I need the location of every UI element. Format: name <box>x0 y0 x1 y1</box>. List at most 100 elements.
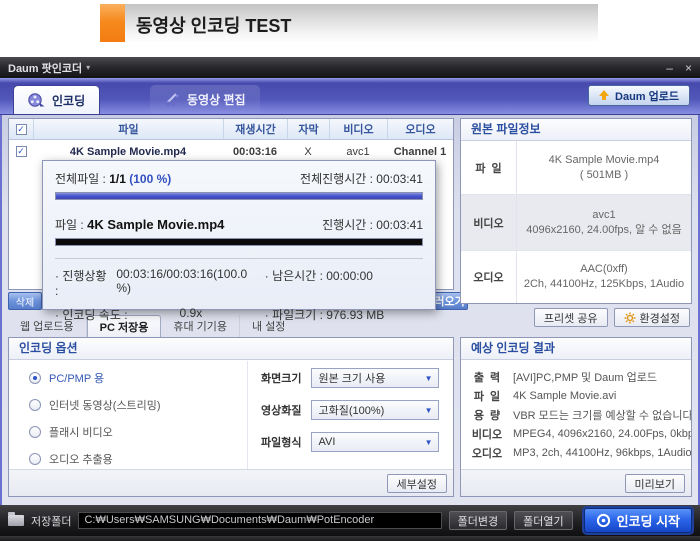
open-folder-button[interactable]: 폴더열기 <box>514 511 573 530</box>
window-title: Daum 팟인코더 <box>8 62 83 75</box>
total-files: 전체파일 : 1/1 (100 %) <box>55 172 172 186</box>
options-divider <box>247 361 248 469</box>
bottom-bar: 저장폴더 C:₩Users₩SAMSUNG₩Documents₩Daum₩Pot… <box>0 505 700 536</box>
radio-flash-video[interactable]: 플래시 비디오 <box>29 424 113 440</box>
change-folder-button[interactable]: 폴더변경 <box>448 511 508 530</box>
source-info-panel: 원본 파일정보 파 일 4K Sample Movie.mp4 ( 501MB … <box>460 118 692 304</box>
info-label-audio: 오디오 <box>461 251 517 303</box>
video-quality-select[interactable]: 고화질(100%) ▼ <box>311 400 440 420</box>
result-row-output: 출 력 [AVI]PC,PMP 및 Daum 업로드 <box>473 371 657 384</box>
folder-icon <box>8 512 24 526</box>
radio-icon <box>29 453 41 465</box>
column-video[interactable]: 비디오 <box>329 119 387 139</box>
result-footer: 미리보기 <box>461 469 691 496</box>
file-elapsed-time: 진행시간 : 00:03:41 <box>322 218 423 232</box>
page-title: 동영상 인코딩 TEST <box>136 16 292 36</box>
radio-icon <box>29 399 41 411</box>
tab-encoding-label: 인코딩 <box>52 93 86 108</box>
info-row-audio: 오디오 AAC(0xff) 2Ch, 44100Hz, 125Kbps, 1Au… <box>461 251 691 303</box>
window-menu-arrow-icon[interactable]: ▾ <box>86 63 90 72</box>
close-button[interactable]: × <box>685 62 692 74</box>
chevron-down-icon: ▼ <box>424 373 433 383</box>
info-row-video: 비디오 avc1 4096x2160, 24.00fps, 알 수 없음 <box>461 195 691 251</box>
window-frame: 인코딩 동영상 편집 Daum 업로드 ✓ 파일 재생시간 자막 비디오 오디오… <box>0 78 700 541</box>
info-label-video: 비디오 <box>461 195 517 250</box>
column-subtitle[interactable]: 자막 <box>287 119 329 139</box>
expected-result-body: 출 력 [AVI]PC,PMP 및 Daum 업로드 파 일 4K Sample… <box>461 361 691 469</box>
radio-internet-streaming[interactable]: 인터넷 동영상(스트리밍) <box>29 397 161 413</box>
info-value-audio: AAC(0xff) 2Ch, 44100Hz, 125Kbps, 1Audio <box>523 263 685 290</box>
banner-accent-block <box>100 4 125 42</box>
radio-pc-pmp[interactable]: PC/PMP 용 <box>29 370 104 386</box>
remaining-time: · 남은시간 : 00:00:00 <box>264 269 373 283</box>
total-elapsed-time: 전체진행시간 : 00:03:41 <box>300 172 423 186</box>
encoding-progress-dialog: 전체파일 : 1/1 (100 %) 전체진행시간 : 00:03:41 파일 … <box>42 160 436 322</box>
column-duration[interactable]: 재생시간 <box>223 119 287 139</box>
detail-settings-button[interactable]: 세부설정 <box>386 474 447 493</box>
window-title-group[interactable]: Daum 팟인코더 ▾ <box>8 60 90 76</box>
source-info-title: 원본 파일정보 <box>461 119 691 141</box>
total-progress-fill <box>56 193 422 199</box>
file-format-select[interactable]: AVI ▼ <box>311 432 440 452</box>
column-audio[interactable]: 오디오 <box>387 119 453 139</box>
info-row-file: 파 일 4K Sample Movie.mp4 ( 501MB ) <box>461 141 691 195</box>
encoding-options-panel: 인코딩 옵션 PC/PMP 용 인터넷 동영상(스트리밍) 플래시 비디오 오디… <box>8 337 454 497</box>
tab-encoding[interactable]: 인코딩 <box>13 85 101 114</box>
window-titlebar: Daum 팟인코더 ▾ – × <box>0 57 700 78</box>
result-row-audio: 오디오 MP3, 2ch, 44100Hz, 96kbps, 1Audio <box>471 446 691 460</box>
screen-size-label: 화면크기 <box>261 373 302 385</box>
main-tabstrip: 인코딩 동영상 편집 Daum 업로드 <box>0 78 700 115</box>
potencoder-window: Daum 팟인코더 ▾ – × 인코딩 동영상 편집 Daum 업로드 ✓ 파일… <box>0 57 700 541</box>
tab-video-edit-label: 동영상 편집 <box>187 93 246 107</box>
page-banner: 동영상 인코딩 TEST <box>100 4 598 42</box>
file-progress-fill <box>56 239 422 245</box>
encoding-options-body: PC/PMP 용 인터넷 동영상(스트리밍) 플래시 비디오 오디오 추출용 화… <box>9 361 453 469</box>
chevron-down-icon: ▼ <box>424 405 433 415</box>
check-icon: ✓ <box>17 146 25 156</box>
screen-size-select[interactable]: 원본 크기 사용 ▼ <box>311 368 440 388</box>
result-row-size: 용 량 VBR 모드는 크기를 예상할 수 없습니다. <box>473 409 691 422</box>
file-progress-bar <box>55 238 423 246</box>
file-list-header: ✓ 파일 재생시간 자막 비디오 오디오 <box>9 119 453 140</box>
daum-upload-label: Daum 업로드 <box>615 90 679 103</box>
radio-icon <box>29 426 41 438</box>
preview-button[interactable]: 미리보기 <box>624 474 685 493</box>
settings-button[interactable]: 환경설정 <box>613 308 690 327</box>
gear-icon <box>624 312 636 323</box>
info-value-file: 4K Sample Movie.mp4 ( 501MB ) <box>548 153 660 181</box>
select-all-checkbox[interactable]: ✓ <box>15 123 27 135</box>
film-reel-icon <box>28 92 45 107</box>
status-value: 00:03:16/00:03:16(100.0 %) <box>116 267 248 295</box>
save-folder-label: 저장폴더 <box>31 515 72 528</box>
dialog-divider <box>55 258 423 259</box>
speed-value: 0.9x <box>179 306 203 320</box>
radio-audio-extract[interactable]: 오디오 추출용 <box>29 451 113 467</box>
screenshot-root: 동영상 인코딩 TEST Daum 팟인코더 ▾ – × 인코딩 동영상 편집 … <box>0 0 700 541</box>
column-file[interactable]: 파일 <box>33 119 223 139</box>
daum-upload-button[interactable]: Daum 업로드 <box>588 85 690 106</box>
preset-share-button[interactable]: 프리셋 공유 <box>533 308 608 327</box>
chevron-down-icon: ▼ <box>424 437 433 447</box>
total-progress-bar <box>55 192 423 200</box>
minimize-button[interactable]: – <box>666 62 673 74</box>
file-row-checkbox[interactable]: ✓ <box>15 146 27 157</box>
expected-result-title: 예상 인코딩 결과 <box>461 338 691 360</box>
upload-arrow-icon <box>599 90 610 101</box>
side-buttons: 프리셋 공유 환경설정 <box>533 308 690 327</box>
radio-icon <box>29 372 41 384</box>
current-file: 파일 : 4K Sample Movie.mp4 <box>55 217 225 232</box>
start-encoding-button[interactable]: 인코딩 시작 <box>583 508 692 533</box>
file-format-label: 파일형식 <box>261 437 302 449</box>
result-row-video: 비디오 MPEG4, 4096x2160, 24.00Fps, 0kbps <box>471 427 691 441</box>
file-format-row: 파일형식 AVI ▼ <box>261 432 440 452</box>
save-folder-path-input[interactable]: C:₩Users₩SAMSUNG₩Documents₩Daum₩PotEncod… <box>78 512 442 529</box>
video-edit-icon <box>165 93 179 107</box>
info-label-file: 파 일 <box>461 141 517 194</box>
delete-button[interactable]: 삭제 <box>8 292 42 310</box>
output-file-size: · 파일크기 : 976.93 MB <box>264 308 385 322</box>
tab-video-edit[interactable]: 동영상 편집 <box>150 85 260 114</box>
result-row-file: 파 일 4K Sample Movie.avi <box>473 389 617 403</box>
screen-size-row: 화면크기 원본 크기 사용 ▼ <box>261 368 440 388</box>
encoder-logo-icon <box>596 513 610 528</box>
info-value-video: avc1 4096x2160, 24.00fps, 알 수 없음 <box>526 208 682 236</box>
